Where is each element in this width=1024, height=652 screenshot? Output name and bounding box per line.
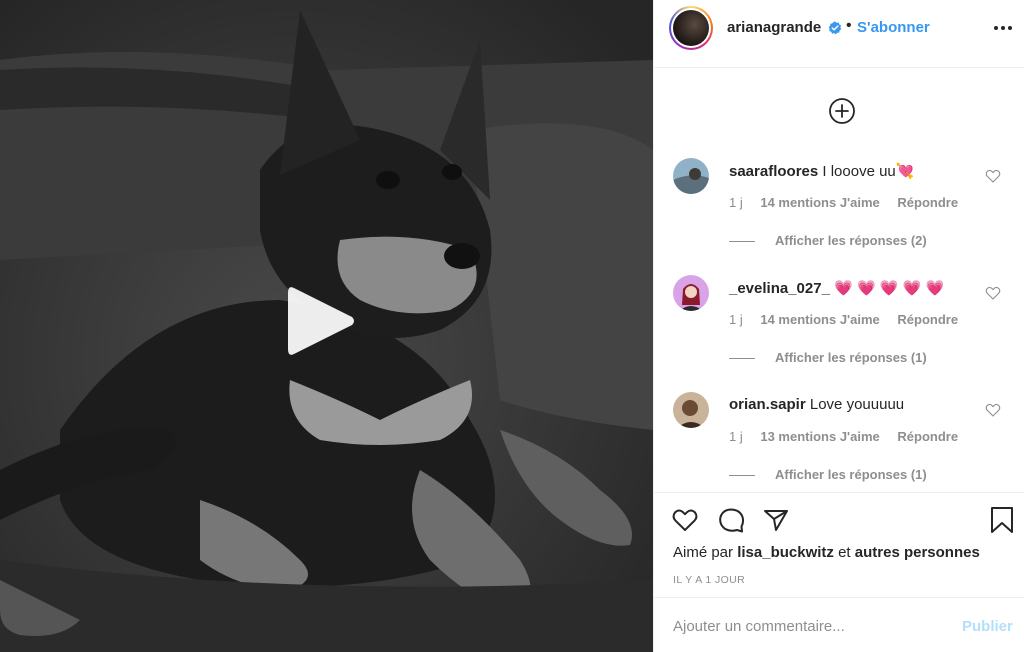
comment-text: saarafloores I looove uu💘 [729, 162, 979, 180]
view-replies-button[interactable]: Afficher les réponses (1) [729, 467, 927, 482]
comment-meta: 1 j 14 mentions J'aime Répondre [729, 195, 972, 210]
comment-meta: 1 j 14 mentions J'aime Répondre [729, 312, 972, 327]
comment-body: Love youuuuu [809, 396, 905, 413]
comment-input[interactable] [673, 615, 943, 637]
comment-item: saarafloores I looove uu💘 1 j 14 mention… [654, 158, 1024, 268]
comment-username[interactable]: _evelina_027_ [729, 280, 830, 297]
reply-button[interactable]: Répondre [897, 195, 958, 210]
separator-dot: • [846, 17, 852, 34]
liked-by: Aimé par lisa_buckwitz et autres personn… [673, 544, 980, 561]
post-header: arianagrande • S'abonner [654, 0, 1024, 68]
like-icon[interactable] [671, 506, 699, 534]
reply-button[interactable]: Répondre [897, 429, 958, 444]
commenter-avatar[interactable] [673, 392, 709, 428]
comment-age: 1 j [729, 312, 743, 327]
like-comment-icon[interactable] [985, 168, 1001, 184]
liked-by-prefix: Aimé par [673, 544, 734, 561]
more-options-icon[interactable] [992, 18, 1014, 38]
commenter-avatar[interactable] [673, 158, 709, 194]
comment-body: I looove uu💘 [822, 163, 915, 180]
comment-text: _evelina_027_ 💗 💗 💗 💗 💗 [729, 279, 979, 297]
author-username[interactable]: arianagrande [727, 19, 821, 36]
comment-item: _evelina_027_ 💗 💗 💗 💗 💗 1 j 14 mentions … [654, 275, 1024, 385]
comment-text: orian.sapir Love youuuuu [729, 396, 979, 413]
comment-username[interactable]: orian.sapir [729, 396, 806, 413]
commenter-avatar[interactable] [673, 275, 709, 311]
comment-age: 1 j [729, 429, 743, 444]
liked-by-others[interactable]: autres personnes [855, 544, 980, 561]
comment-likes[interactable]: 13 mentions J'aime [760, 429, 879, 444]
view-replies-label: Afficher les réponses (1) [775, 467, 927, 482]
view-replies-button[interactable]: Afficher les réponses (1) [729, 350, 927, 365]
view-replies-label: Afficher les réponses (1) [775, 350, 927, 365]
liked-by-user[interactable]: lisa_buckwitz [737, 544, 834, 561]
post-video[interactable] [0, 0, 653, 652]
load-more-comments-icon[interactable] [828, 97, 856, 125]
comment-age: 1 j [729, 195, 743, 210]
post-side-panel: arianagrande • S'abonner saarafloores I … [653, 0, 1024, 652]
play-icon[interactable] [286, 284, 356, 358]
comment-likes[interactable]: 14 mentions J'aime [760, 195, 879, 210]
author-avatar[interactable] [669, 6, 713, 50]
comment-username[interactable]: saarafloores [729, 163, 818, 180]
comment-composer: Publier [654, 597, 1024, 652]
comment-body: 💗 💗 💗 💗 💗 [834, 280, 945, 297]
reply-button[interactable]: Répondre [897, 312, 958, 327]
post-timestamp[interactable]: IL Y A 1 JOUR [673, 574, 745, 586]
view-replies-label: Afficher les réponses (2) [775, 233, 927, 248]
view-replies-button[interactable]: Afficher les réponses (2) [729, 233, 927, 248]
follow-button[interactable]: S'abonner [857, 19, 930, 36]
liked-by-conj: et [838, 544, 851, 561]
comment-icon[interactable] [717, 506, 745, 534]
comment-meta: 1 j 13 mentions J'aime Répondre [729, 429, 972, 444]
comments-list[interactable]: saarafloores I looove uu💘 1 j 14 mention… [654, 69, 1024, 492]
share-icon[interactable] [762, 506, 790, 534]
comment-likes[interactable]: 14 mentions J'aime [760, 312, 879, 327]
like-comment-icon[interactable] [985, 285, 1001, 301]
verified-badge-icon [828, 21, 842, 35]
publish-button[interactable]: Publier [962, 618, 1013, 635]
post-actions: Aimé par lisa_buckwitz et autres personn… [654, 492, 1024, 597]
like-comment-icon[interactable] [985, 402, 1001, 418]
comment-item: orian.sapir Love youuuuu 1 j 13 mentions… [654, 392, 1024, 492]
save-icon[interactable] [988, 506, 1016, 534]
